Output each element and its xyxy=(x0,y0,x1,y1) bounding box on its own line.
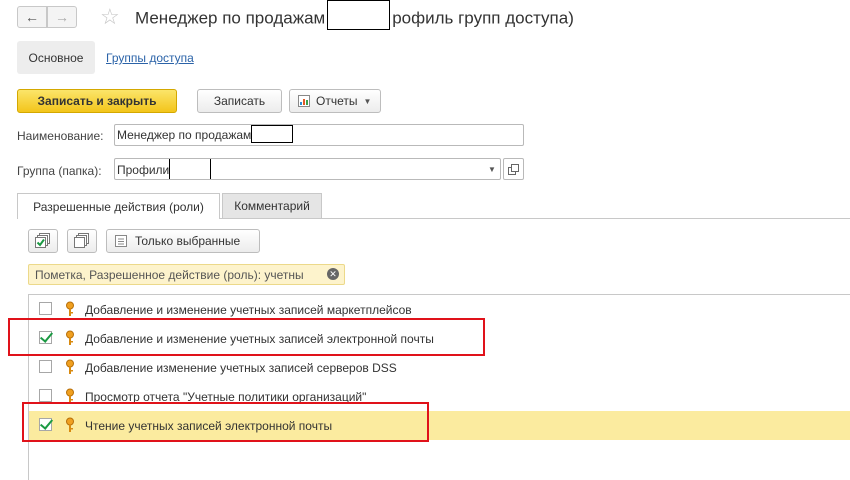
row-checkbox[interactable] xyxy=(39,360,52,373)
list-icon xyxy=(115,235,127,247)
list-item[interactable]: Добавление изменение учетных записей сер… xyxy=(29,353,850,382)
tab-main[interactable]: Основное xyxy=(17,41,95,74)
tab-access-groups[interactable]: Группы доступа xyxy=(106,51,194,65)
back-button[interactable]: ← xyxy=(17,6,47,28)
tab-comment[interactable]: Комментарий xyxy=(222,193,322,219)
name-label: Наименование: xyxy=(17,129,104,143)
group-dropdown-arrow-icon[interactable]: ▼ xyxy=(484,160,500,178)
key-icon xyxy=(66,359,74,374)
name-field[interactable]: Менеджер по продажам xyxy=(114,124,524,146)
only-selected-button[interactable]: Только выбранные xyxy=(106,229,260,253)
arrow-right-icon: → xyxy=(55,9,69,25)
tab-allowed-actions[interactable]: Разрешенные действия (роли) xyxy=(17,193,220,219)
group-label: Группа (папка): xyxy=(17,164,102,178)
arrow-left-icon: ← xyxy=(25,9,39,25)
key-icon xyxy=(66,301,74,316)
tab-divider xyxy=(220,218,850,219)
redacted-box xyxy=(251,125,294,144)
page-title: Менеджер по продажам рофиль групп доступа… xyxy=(135,0,574,30)
dropdown-arrow-icon: ▼ xyxy=(363,96,372,106)
open-window-icon xyxy=(508,163,519,175)
save-close-button[interactable]: Записать и закрыть xyxy=(17,89,177,113)
reports-menu-button[interactable]: Отчеты ▼ xyxy=(289,89,381,113)
redacted-box xyxy=(327,0,391,30)
uncheck-all-icon xyxy=(74,233,89,248)
open-group-button[interactable] xyxy=(503,158,524,180)
row-checkbox[interactable] xyxy=(39,302,52,315)
forward-button[interactable]: → xyxy=(47,6,77,28)
highlight-frame xyxy=(22,402,429,442)
save-button[interactable]: Записать xyxy=(197,89,282,113)
group-field[interactable]: Профили xyxy=(114,158,501,180)
redacted-box xyxy=(169,159,212,179)
clear-filter-icon[interactable]: ✕ xyxy=(327,268,339,280)
row-checkbox[interactable] xyxy=(39,389,52,402)
uncheck-all-button[interactable] xyxy=(67,229,97,253)
highlight-frame xyxy=(8,318,485,356)
filter-chip: Пометка, Разрешенное действие (роль): уч… xyxy=(28,264,345,285)
check-all-icon xyxy=(35,233,50,248)
report-icon xyxy=(298,95,310,107)
check-all-button[interactable] xyxy=(28,229,58,253)
favorite-star-icon[interactable]: ☆ xyxy=(100,4,120,30)
